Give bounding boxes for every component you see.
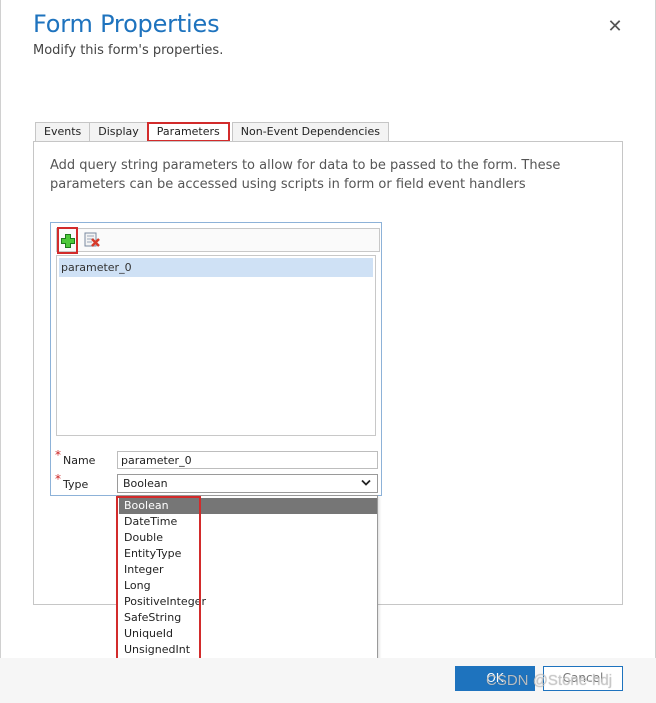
cancel-button[interactable]: Cancel — [543, 666, 623, 691]
add-parameter-button[interactable] — [57, 227, 78, 254]
type-option-integer[interactable]: Integer — [119, 562, 377, 578]
type-label: Type — [63, 478, 89, 491]
tab-bar: Events Display Parameters Non-Event Depe… — [35, 122, 389, 142]
add-plus-icon — [61, 234, 75, 248]
type-option-unsignedint[interactable]: UnsignedInt — [119, 642, 377, 658]
chevron-down-icon — [361, 479, 371, 486]
type-dropdown: Boolean DateTime Double EntityType Integ… — [117, 495, 378, 659]
type-option-entitytype[interactable]: EntityType — [119, 546, 377, 562]
tab-non-event-dependencies[interactable]: Non-Event Dependencies — [231, 122, 389, 142]
ok-button[interactable]: OK — [455, 666, 535, 691]
type-option-double[interactable]: Double — [119, 530, 377, 546]
dialog-subtitle: Modify this form's properties. — [33, 43, 224, 58]
type-option-safestring[interactable]: SafeString — [119, 610, 377, 626]
parameters-toolbar — [56, 228, 380, 252]
required-marker: * — [55, 472, 61, 486]
type-option-boolean[interactable]: Boolean — [119, 498, 377, 514]
list-item[interactable]: parameter_0 — [59, 258, 373, 277]
delete-parameter-button[interactable] — [83, 231, 101, 249]
type-select-value: Boolean — [123, 477, 168, 490]
tab-display[interactable]: Display — [89, 122, 148, 142]
close-icon[interactable]: ✕ — [606, 18, 624, 36]
type-option-uniqueid[interactable]: UniqueId — [119, 626, 377, 642]
required-marker: * — [55, 448, 61, 462]
parameters-description: Add query string parameters to allow for… — [50, 158, 561, 192]
parameters-list[interactable]: parameter_0 — [56, 255, 376, 436]
delete-icon — [84, 232, 100, 247]
type-option-positiveinteger[interactable]: PositiveInteger — [119, 594, 377, 610]
dialog-title: Form Properties — [33, 10, 220, 38]
name-label: Name — [63, 454, 96, 467]
type-option-long[interactable]: Long — [119, 578, 377, 594]
name-input[interactable] — [117, 451, 378, 469]
type-select[interactable]: Boolean — [117, 474, 378, 493]
tab-parameters[interactable]: Parameters — [146, 122, 230, 142]
tab-events[interactable]: Events — [35, 122, 91, 142]
type-option-datetime[interactable]: DateTime — [119, 514, 377, 530]
